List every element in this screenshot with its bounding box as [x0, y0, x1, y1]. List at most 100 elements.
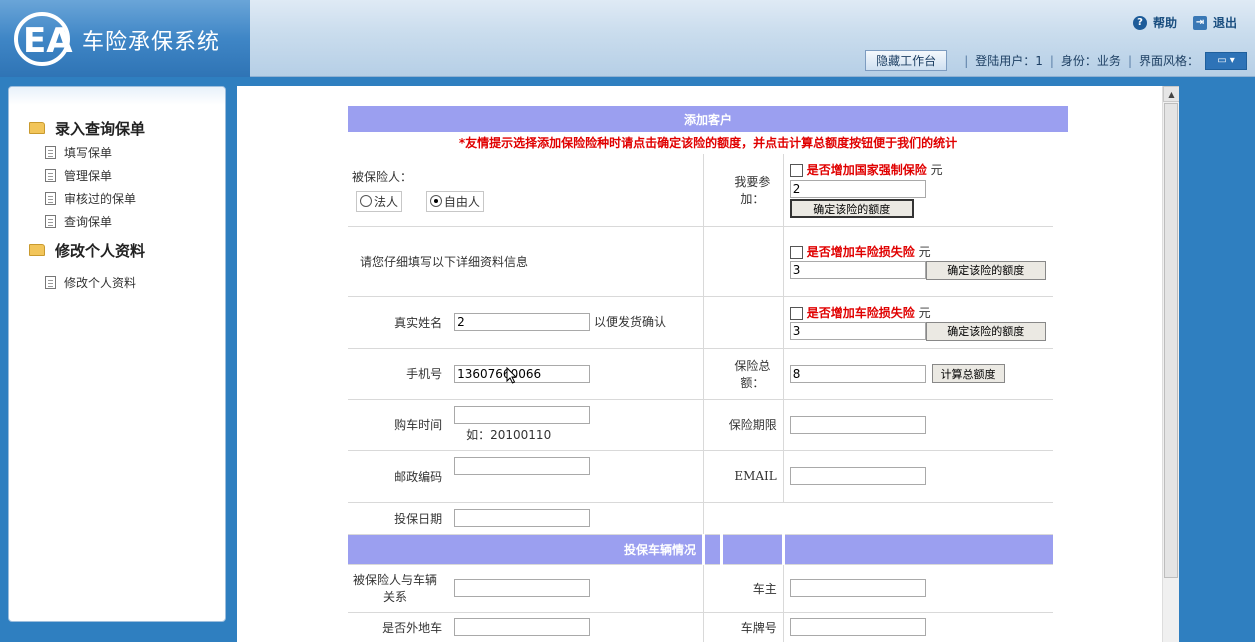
spacer-cell [703, 399, 722, 451]
help-link[interactable]: 帮助 [1153, 14, 1177, 31]
name-hint: 以便发货确认 [593, 315, 666, 329]
table-row: 真实姓名 以便发货确认 是否增加车险损失险 元 确定该险的额度 [348, 296, 1053, 349]
section-head-cell [703, 534, 724, 565]
menu-group-label: 修改个人资料 [55, 241, 146, 260]
spacer-cell [703, 450, 722, 503]
table-row: 投保车辆情况 [348, 534, 1053, 565]
buy-time-input[interactable] [454, 406, 591, 424]
fill-hint: 请您仔细填写以下详细资料信息 [348, 226, 705, 297]
table-row: 请您仔细填写以下详细资料信息 是否增加车险损失险 元 确定该险的额度 [348, 226, 1053, 297]
radio-legal[interactable] [360, 195, 372, 208]
logout-link[interactable]: 退出 [1213, 14, 1237, 31]
damage2-cell: 是否增加车险损失险 元 确定该险的额度 [783, 296, 1053, 349]
document-icon [45, 169, 56, 182]
table-row: 手机号 保险总额： 计算总额度 [348, 348, 1053, 400]
relation-input[interactable] [454, 579, 591, 597]
role-info: 身份：业务 [1060, 54, 1121, 68]
period-label: 保险期限 [721, 399, 784, 451]
plate-input[interactable] [789, 618, 926, 636]
damage-amount-input[interactable] [789, 260, 926, 279]
main-content: 添加客户 *友情提示选择添加保险险种时请点击确定该险的额度，并点击计算总额度按钮… [237, 86, 1179, 642]
nonlocal-cell [448, 612, 705, 642]
compulsory-cell: 是否增加国家强制保险 元 确定该险的额度 [783, 154, 1053, 227]
period-input[interactable] [789, 415, 926, 434]
mouse-pointer-icon [506, 367, 518, 384]
section-head-cell [721, 534, 785, 565]
menu-group-title[interactable]: 录入查询保单 [29, 115, 225, 141]
total-amount-input[interactable] [789, 364, 926, 383]
sidebar-item-fill-policy[interactable]: 填写保单 [9, 141, 225, 164]
hide-workbench-button[interactable]: 隐藏工作台 [865, 50, 948, 71]
insure-date-label: 投保日期 [348, 502, 449, 535]
plate-cell [783, 612, 1053, 642]
phone-input[interactable] [454, 364, 591, 383]
logout-icon[interactable]: ⇥ [1192, 15, 1207, 30]
sidebar-item-edit-profile[interactable]: 修改个人资料 [9, 271, 225, 294]
buy-time-label: 购车时间 [348, 399, 449, 451]
sidebar-item-label: 修改个人资料 [64, 276, 137, 290]
logo-area: EA 车险承保系统 [0, 0, 250, 77]
insured-type-cell: 被保险人： 法人 自由人 [348, 154, 705, 227]
table-row: 投保日期 [348, 502, 1053, 535]
confirm-damage2-button[interactable]: 确定该险的额度 [925, 321, 1046, 341]
sidebar-item-reviewed-policy[interactable]: 审核过的保单 [9, 187, 225, 210]
table-row: 是否外地车 车牌号 [348, 612, 1053, 642]
sidebar-item-label: 审核过的保单 [64, 192, 137, 206]
vertical-scrollbar[interactable]: ▲ [1162, 86, 1179, 642]
join-label: 我要参加： [721, 154, 784, 227]
help-icon[interactable]: ? [1132, 15, 1147, 30]
document-icon [45, 276, 56, 289]
confirm-damage-button[interactable]: 确定该险的额度 [925, 260, 1046, 280]
app-header: EA 车险承保系统 ? 帮助 ⇥ 退出 隐藏工作台 | 登陆用户：1 | 身份：… [0, 0, 1255, 77]
phone-cell [448, 348, 705, 400]
damage2-checkbox[interactable] [789, 306, 803, 320]
table-row: 购车时间 如：20100110 保险期限 [348, 399, 1053, 451]
empty-cell [703, 502, 1053, 535]
radio-individual[interactable] [429, 195, 442, 208]
scroll-thumb[interactable] [1164, 103, 1178, 578]
folder-icon [29, 122, 45, 134]
top-links: ? 帮助 ⇥ 退出 [1132, 14, 1247, 31]
menu-group-label: 录入查询保单 [55, 119, 146, 138]
style-label: 界面风格： [1138, 54, 1199, 68]
scroll-up-icon[interactable]: ▲ [1163, 86, 1179, 102]
damage-checkbox[interactable] [789, 245, 803, 259]
damage2-amount-input[interactable] [789, 321, 926, 340]
period-cell [783, 399, 1053, 451]
form-title: 添加客户 [348, 106, 1068, 132]
insure-date-cell [448, 502, 705, 535]
radio-individual-label: 自由人 [443, 194, 480, 209]
insure-date-input[interactable] [454, 509, 591, 527]
compulsory-amount-input[interactable] [789, 180, 926, 199]
total-label: 保险总额： [721, 348, 784, 400]
sidebar-item-manage-policy[interactable]: 管理保单 [9, 164, 225, 187]
name-cell: 以便发货确认 [448, 296, 705, 349]
chevron-down-icon: ▾ [1229, 55, 1235, 66]
app-title: 车险承保系统 [82, 30, 221, 55]
form-table: 被保险人： 法人 自由人 我要参加： 是否增加国家强制保险 元 确定该险的额度 [348, 154, 1053, 642]
relation-cell [448, 564, 705, 613]
postcode-label: 邮政编码 [348, 450, 449, 503]
style-switcher-button[interactable]: ▭ ▾ [1205, 51, 1247, 70]
calc-total-button[interactable]: 计算总额度 [931, 364, 1005, 383]
confirm-compulsory-button[interactable]: 确定该险的额度 [789, 199, 914, 219]
table-row: 被保险人与车辆关系 车主 [348, 564, 1053, 613]
nonlocal-input[interactable] [454, 618, 591, 636]
radio-legal-option[interactable]: 法人 [356, 190, 403, 212]
owner-input[interactable] [789, 579, 926, 597]
real-name-input[interactable] [454, 313, 591, 331]
menu-group-policy: 录入查询保单 [9, 115, 225, 141]
compulsory-checkbox[interactable] [789, 164, 803, 178]
spacer-cell [703, 348, 722, 400]
spacer-cell [703, 296, 722, 349]
divider: | [964, 53, 969, 68]
sidebar-item-query-policy[interactable]: 查询保单 [9, 210, 225, 233]
radio-individual-option[interactable]: 自由人 [425, 190, 484, 212]
folder-icon [29, 244, 45, 256]
postcode-input[interactable] [454, 456, 591, 475]
owner-cell [783, 564, 1053, 613]
email-cell [783, 450, 1053, 503]
email-input[interactable] [789, 467, 926, 485]
menu-group-title[interactable]: 修改个人资料 [29, 237, 225, 263]
empty-label-cell [721, 296, 784, 349]
